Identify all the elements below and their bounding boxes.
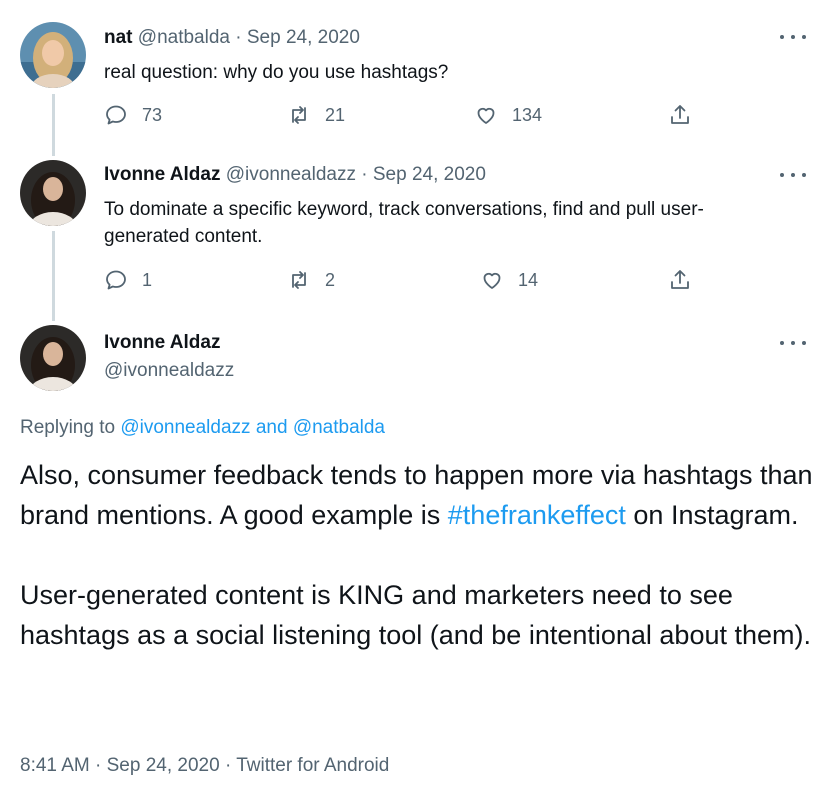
share-icon bbox=[671, 270, 689, 289]
like-count: 14 bbox=[518, 269, 539, 290]
tweet-text: real question: why do you use hashtags? bbox=[104, 62, 449, 83]
more-icon[interactable] bbox=[780, 27, 806, 47]
display-name[interactable]: Ivonne Aldaz bbox=[104, 164, 220, 185]
replying-prefix: Replying to bbox=[20, 417, 116, 438]
share-button[interactable] bbox=[668, 103, 706, 127]
reply-icon bbox=[106, 270, 126, 290]
tweet-time[interactable]: 8:41 AM bbox=[20, 755, 90, 776]
retweet-button[interactable]: 2 bbox=[287, 268, 335, 292]
user-handle[interactable]: @ivonnealdazz bbox=[104, 360, 234, 381]
tweet-paragraph: User-generated content is KING and marke… bbox=[20, 580, 812, 650]
retweet-count: 21 bbox=[325, 104, 346, 125]
thread-line bbox=[52, 231, 55, 321]
heart-icon bbox=[483, 272, 501, 289]
tweet-body: Also, consumer feedback tends to happen … bbox=[20, 455, 820, 655]
more-icon[interactable] bbox=[780, 333, 806, 353]
share-icon bbox=[671, 105, 689, 124]
replying-to: Replying to @ivonnealdazz and @natbalda bbox=[20, 417, 385, 439]
reply-count: 73 bbox=[142, 104, 163, 125]
text-segment: on Instagram. bbox=[625, 500, 799, 530]
user-handle[interactable]: @natbalda bbox=[138, 27, 230, 48]
avatar[interactable] bbox=[20, 160, 86, 226]
mention-link[interactable]: @natbalda bbox=[293, 417, 385, 438]
tweet-date[interactable]: Sep 24, 2020 bbox=[247, 27, 360, 48]
heart-icon bbox=[477, 107, 495, 124]
separator: · bbox=[95, 755, 102, 776]
separator: · bbox=[235, 27, 242, 48]
like-count: 134 bbox=[512, 104, 543, 125]
thread-line bbox=[52, 94, 55, 156]
tweet-footer: 8:41 AM · Sep 24, 2020 · Twitter for And… bbox=[20, 755, 389, 777]
like-button[interactable]: 14 bbox=[480, 268, 538, 292]
retweet-icon bbox=[292, 106, 306, 124]
reply-button[interactable]: 73 bbox=[104, 103, 162, 127]
tweet-date[interactable]: Sep 24, 2020 bbox=[373, 164, 486, 185]
retweet-count: 2 bbox=[325, 269, 336, 290]
more-icon[interactable] bbox=[780, 165, 806, 185]
like-button[interactable]: 134 bbox=[474, 103, 542, 127]
tweet-date[interactable]: Sep 24, 2020 bbox=[107, 755, 220, 776]
separator: · bbox=[224, 755, 232, 776]
retweet-button[interactable]: 21 bbox=[287, 103, 345, 127]
tweet-paragraph: Also, consumer feedback tends to happen … bbox=[20, 455, 820, 535]
reply-button[interactable]: 1 bbox=[104, 268, 152, 292]
avatar[interactable] bbox=[20, 325, 86, 391]
reply-count: 1 bbox=[142, 269, 153, 290]
hashtag-link[interactable]: #thefrankeffect bbox=[448, 500, 626, 530]
user-handle[interactable]: @ivonnealdazz bbox=[226, 164, 356, 185]
mention-and[interactable]: and bbox=[256, 417, 288, 438]
retweet-icon bbox=[292, 271, 306, 289]
reply-icon bbox=[106, 105, 126, 125]
tweet-source[interactable]: Twitter for Android bbox=[236, 755, 389, 776]
separator: · bbox=[361, 164, 368, 185]
avatar[interactable] bbox=[20, 22, 86, 88]
tweet-text: To dominate a specific keyword, track co… bbox=[104, 199, 704, 247]
display-name[interactable]: nat bbox=[104, 27, 133, 48]
mention-link[interactable]: @ivonnealdazz bbox=[120, 417, 250, 438]
share-button[interactable] bbox=[668, 268, 706, 292]
display-name[interactable]: Ivonne Aldaz bbox=[104, 332, 220, 353]
